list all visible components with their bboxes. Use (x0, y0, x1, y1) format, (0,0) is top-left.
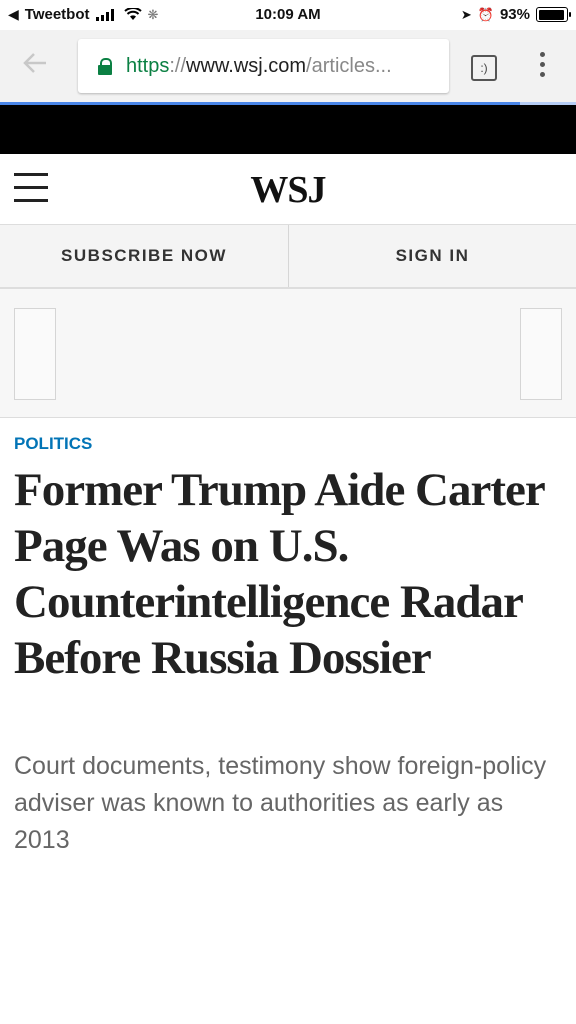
browser-back-button[interactable] (22, 50, 52, 80)
lock-icon (98, 58, 112, 75)
ad-area (0, 289, 576, 418)
article-category[interactable]: POLITICS (14, 434, 92, 454)
tab-switcher-button[interactable]: :) (471, 55, 497, 81)
battery-percent: 93% (499, 6, 530, 23)
address-bar[interactable]: https://www.wsj.com/articles... (78, 39, 449, 93)
location-arrow-icon: ➤ (460, 6, 472, 22)
site-header: WSJ (0, 154, 576, 225)
browser-toolbar: https://www.wsj.com/articles... :) (0, 30, 576, 102)
article-summary: Court documents, testimony show foreign-… (14, 752, 547, 854)
back-arrow-icon (23, 53, 46, 73)
alarm-icon: ⏰ (477, 6, 494, 22)
status-bar: ◀ Tweetbot ❋ 10:09 AM ➤ ⏰ 93% (0, 0, 576, 30)
ad-placeholder-left (14, 308, 56, 400)
subscribe-now-button[interactable]: SUBSCRIBE NOW (0, 225, 289, 287)
article-headline: Former Trump Aide Carter Page Was on U.S… (14, 464, 545, 684)
battery-fill (538, 9, 564, 20)
overflow-menu-icon[interactable] (540, 52, 548, 80)
url-separator: :// (169, 54, 187, 77)
sign-in-button[interactable]: SIGN IN (289, 225, 576, 287)
wsj-logo[interactable]: WSJ (0, 168, 576, 212)
url-host: www.wsj.com (186, 54, 307, 77)
url-path: /articles... (306, 54, 392, 77)
battery-icon (536, 7, 571, 22)
auth-bar: SUBSCRIBE NOW SIGN IN (0, 225, 576, 289)
url-scheme: https (126, 54, 170, 77)
ad-placeholder-right (520, 308, 562, 400)
url-text: https://www.wsj.com/articles... (126, 55, 392, 78)
status-right: ➤ ⏰ 93% (460, 6, 571, 23)
top-banner (0, 105, 576, 154)
